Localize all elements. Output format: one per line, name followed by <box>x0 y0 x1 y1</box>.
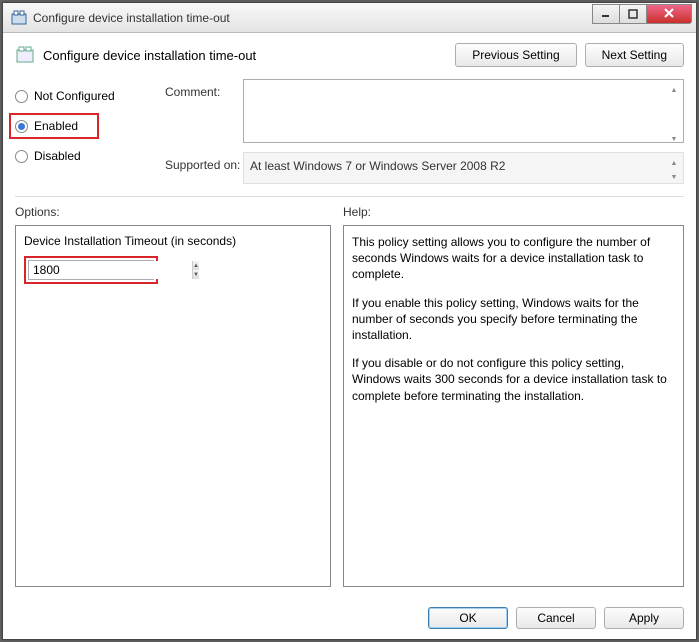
radio-icon <box>15 120 28 133</box>
main-area: Options: Device Installation Timeout (in… <box>15 205 684 587</box>
config-row-comment: Not Configured Enabled Disabled Comment: <box>15 79 684 184</box>
ok-button[interactable]: OK <box>428 607 508 629</box>
spinner-up-button[interactable]: ▲ <box>193 261 199 270</box>
spinner-down-button[interactable]: ▼ <box>193 270 199 279</box>
radio-not-configured[interactable]: Not Configured <box>15 83 165 109</box>
scroll-down-icon <box>671 168 678 182</box>
comment-textarea[interactable] <box>243 79 684 143</box>
scroll-down-icon <box>671 130 678 144</box>
help-column: Help: This policy setting allows you to … <box>343 205 684 587</box>
header-row: Configure device installation time-out P… <box>15 43 684 67</box>
radio-label: Disabled <box>34 149 81 163</box>
cancel-button[interactable]: Cancel <box>516 607 596 629</box>
scroll-up-icon <box>671 154 678 168</box>
help-paragraph: This policy setting allows you to config… <box>352 234 675 283</box>
help-header: Help: <box>343 205 684 219</box>
supported-box: At least Windows 7 or Windows Server 200… <box>243 152 684 184</box>
radio-icon <box>15 150 28 163</box>
dialog-window: Configure device installation time-out C… <box>2 2 697 640</box>
scroll-up-icon <box>671 81 678 95</box>
window-title: Configure device installation time-out <box>33 11 592 25</box>
timeout-highlight: ▲ ▼ <box>24 256 158 284</box>
radio-icon <box>15 90 28 103</box>
radio-disabled[interactable]: Disabled <box>15 143 165 169</box>
previous-setting-button[interactable]: Previous Setting <box>455 43 576 67</box>
timeout-label: Device Installation Timeout (in seconds) <box>24 234 322 248</box>
close-button[interactable] <box>646 4 692 24</box>
footer: OK Cancel Apply <box>3 597 696 639</box>
options-panel: Device Installation Timeout (in seconds)… <box>15 225 331 587</box>
help-paragraph: If you enable this policy setting, Windo… <box>352 295 675 344</box>
help-panel: This policy setting allows you to config… <box>343 225 684 587</box>
minimize-button[interactable] <box>592 4 620 24</box>
options-column: Options: Device Installation Timeout (in… <box>15 205 331 587</box>
next-setting-button[interactable]: Next Setting <box>585 43 684 67</box>
comment-scrollbar[interactable] <box>666 81 682 144</box>
titlebar[interactable]: Configure device installation time-out <box>3 3 696 33</box>
supported-label: Supported on: <box>165 152 243 184</box>
timeout-spinner: ▲ ▼ <box>28 260 154 280</box>
app-icon <box>11 10 27 26</box>
comment-label: Comment: <box>165 79 243 146</box>
apply-button[interactable]: Apply <box>604 607 684 629</box>
timeout-input[interactable] <box>29 261 192 279</box>
window-controls <box>592 4 696 24</box>
maximize-button[interactable] <box>619 4 647 24</box>
page-title: Configure device installation time-out <box>43 48 447 63</box>
supported-scrollbar[interactable] <box>666 154 682 182</box>
options-header: Options: <box>15 205 331 219</box>
help-paragraph: If you disable or do not configure this … <box>352 355 675 404</box>
content-area: Configure device installation time-out P… <box>3 33 696 597</box>
supported-value: At least Windows 7 or Windows Server 200… <box>250 159 677 173</box>
state-radio-group: Not Configured Enabled Disabled <box>15 79 165 184</box>
radio-label: Enabled <box>34 119 78 133</box>
radio-enabled[interactable]: Enabled <box>9 113 99 139</box>
radio-label: Not Configured <box>34 89 115 103</box>
policy-icon <box>15 45 35 65</box>
separator <box>15 196 684 197</box>
